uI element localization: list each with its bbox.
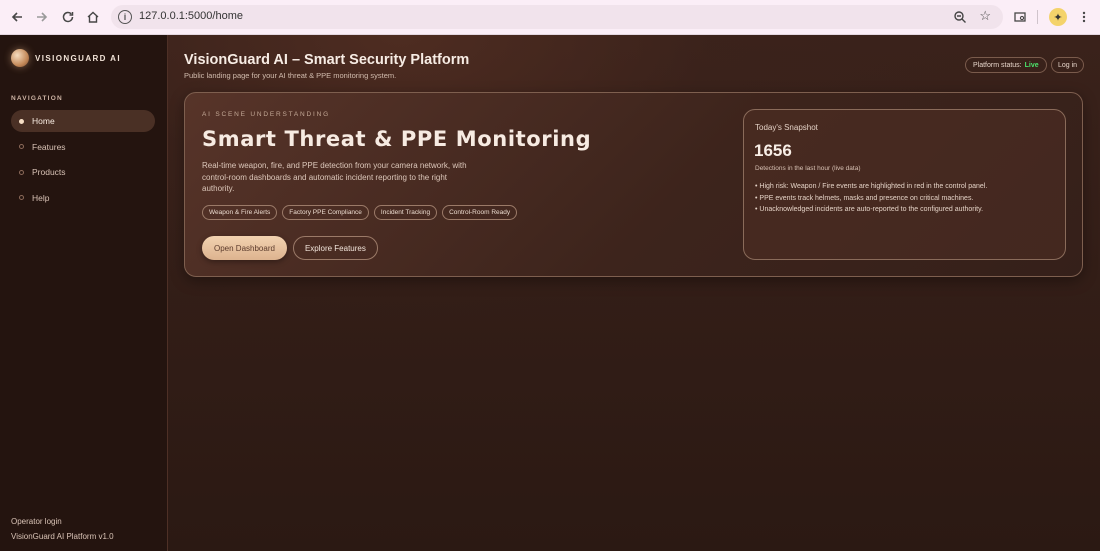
snapshot-value: 1656	[754, 141, 792, 160]
sidebar-item-label: Home	[32, 116, 55, 126]
nav-heading: NAVIGATION	[11, 95, 63, 102]
back-icon[interactable]	[7, 7, 27, 27]
platform-version: VisionGuard AI Platform v1.0	[11, 532, 114, 541]
list-item: • PPE events track helmets, masks and pr…	[755, 194, 974, 202]
snapshot-bullets: • High risk: Weapon / Fire events are hi…	[755, 183, 1055, 218]
sidebar-item-home[interactable]: Home	[11, 110, 155, 132]
hero-description: Real-time weapon, fire, and PPE detectio…	[202, 161, 467, 193]
home-icon[interactable]	[83, 7, 103, 27]
explore-features-button[interactable]: Explore Features	[292, 236, 378, 260]
bullet-text: High risk: Weapon / Fire events are high…	[759, 183, 988, 190]
zoom-icon[interactable]	[953, 10, 967, 24]
brand-name: VISIONGUARD AI	[35, 53, 121, 63]
toolbar-divider	[1037, 10, 1038, 24]
tag-incident-tracking: Incident Tracking	[373, 205, 438, 220]
snapshot-title: Today's Snapshot	[755, 123, 818, 132]
nav-dot-icon	[19, 144, 24, 149]
bookmark-star-icon[interactable]: ☆	[979, 9, 991, 23]
nav-dot-icon	[19, 118, 24, 124]
main-content: VisionGuard AI – Smart Security Platform…	[168, 35, 1100, 551]
brand-logo-icon	[11, 49, 29, 67]
tab-search-icon[interactable]	[1010, 7, 1030, 27]
bullet-text: Unacknowledged incidents are auto-report…	[759, 206, 984, 213]
snapshot-caption: Detections in the last hour (live data)	[755, 165, 861, 172]
tag-weapon-fire: Weapon & Fire Alerts	[202, 205, 278, 220]
feature-tags: Weapon & Fire Alerts Factory PPE Complia…	[202, 205, 518, 220]
browser-toolbar: i 127.0.0.1:5000/home ☆ ✦	[0, 0, 1100, 35]
url-text[interactable]: 127.0.0.1:5000/home	[139, 10, 243, 22]
platform-status-badge: Platform status: Live	[965, 57, 1047, 73]
sidebar-item-label: Features	[32, 141, 66, 152]
login-button[interactable]: Log in	[1051, 57, 1085, 73]
hero-card: AI SCENE UNDERSTANDING Smart Threat & PP…	[184, 92, 1083, 277]
sidebar-item-label: Products	[32, 167, 66, 177]
site-info-icon[interactable]: i	[118, 10, 132, 24]
tag-ppe-compliance: Factory PPE Compliance	[282, 205, 369, 220]
bullet-text: PPE events track helmets, masks and pres…	[759, 194, 974, 202]
sidebar-item-features[interactable]: Features	[11, 136, 155, 158]
hero-actions: Open Dashboard Explore Features	[202, 236, 378, 260]
status-value: Live	[1024, 61, 1039, 69]
hero-eyebrow: AI SCENE UNDERSTANDING	[202, 111, 330, 118]
status-label: Platform status:	[973, 61, 1022, 69]
sidebar-item-help[interactable]: Help	[11, 187, 155, 209]
sidebar-item-products[interactable]: Products	[11, 161, 155, 183]
sidebar: VISIONGUARD AI NAVIGATION Home Features …	[0, 35, 168, 551]
page-title: VisionGuard AI – Smart Security Platform	[184, 52, 470, 68]
nav-list: Home Features Products Help	[11, 110, 155, 212]
address-bar[interactable]: i 127.0.0.1:5000/home ☆	[111, 5, 1003, 29]
nav-dot-icon	[19, 169, 24, 175]
hero-title: Smart Threat & PPE Monitoring	[202, 127, 592, 151]
operator-login-link[interactable]: Operator login	[11, 517, 62, 526]
nav-dot-icon	[19, 195, 24, 200]
menu-kebab-icon[interactable]	[1074, 7, 1094, 27]
profile-avatar-icon[interactable]: ✦	[1049, 8, 1067, 26]
page-subtitle: Public landing page for your AI threat &…	[184, 71, 397, 80]
brand[interactable]: VISIONGUARD AI	[11, 49, 121, 67]
list-item: • Unacknowledged incidents are auto-repo…	[755, 206, 984, 213]
forward-icon[interactable]	[32, 7, 52, 27]
snapshot-card: Today's Snapshot 1656 Detections in the …	[743, 109, 1066, 260]
reload-icon[interactable]	[58, 7, 78, 27]
sidebar-item-label: Help	[32, 192, 50, 203]
tag-control-room: Control-Room Ready	[442, 205, 518, 220]
list-item: • High risk: Weapon / Fire events are hi…	[755, 183, 988, 190]
open-dashboard-button[interactable]: Open Dashboard	[202, 236, 287, 260]
